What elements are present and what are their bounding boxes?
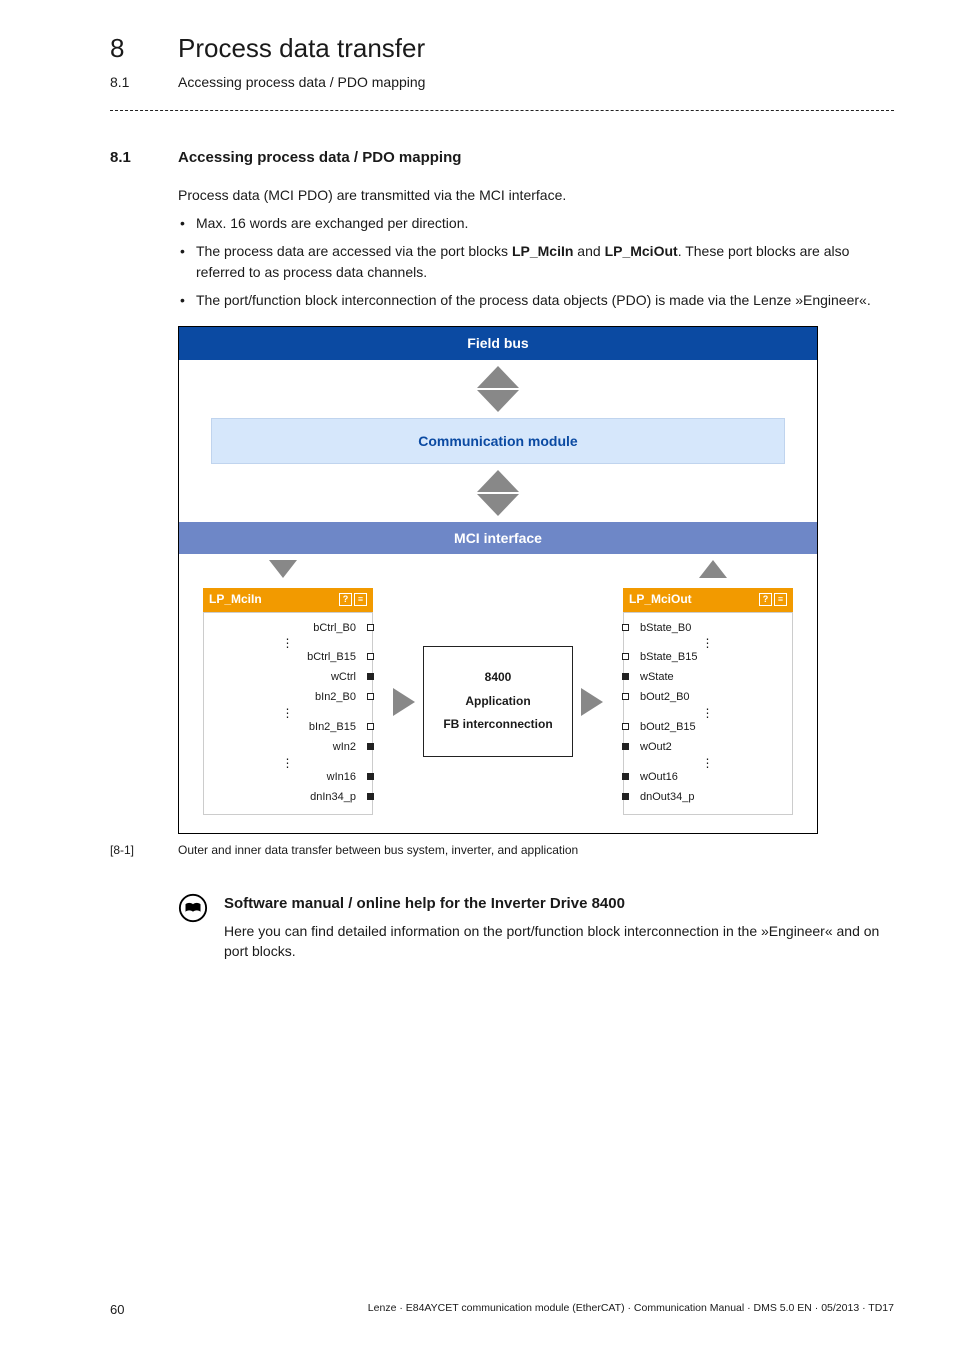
port-label: bIn2_B15 xyxy=(309,721,356,733)
port-block-name: LP_MciIn xyxy=(512,243,573,259)
bullet-item: Max. 16 words are exchanged per directio… xyxy=(178,213,894,233)
bullet-text: and xyxy=(573,243,604,259)
ellipsis-icon: ⋮ xyxy=(206,758,370,768)
ellipsis-icon: ⋮ xyxy=(626,638,790,648)
port-label: dnOut34_p xyxy=(640,791,694,803)
port-label: wIn16 xyxy=(327,771,356,783)
note-title: Software manual / online help for the In… xyxy=(224,893,894,915)
portblock-title: LP_MciIn xyxy=(209,591,262,608)
ellipsis-icon: ⋮ xyxy=(206,638,370,648)
port-label: bOut2_B0 xyxy=(640,691,690,703)
port-label: wOut2 xyxy=(640,741,672,753)
chapter-title: Process data transfer xyxy=(178,30,425,68)
chapter-header: 8 Process data transfer xyxy=(110,30,894,68)
mci-arrow-row xyxy=(179,554,817,588)
book-icon xyxy=(178,893,208,961)
arrow-gap xyxy=(179,464,817,522)
section-header: 8.1 Accessing process data / PDO mapping xyxy=(110,147,894,169)
port-label: bCtrl_B0 xyxy=(313,622,356,634)
portblock-icons: ? ≡ xyxy=(759,593,787,606)
center-column: 8400 Application FB interconnection xyxy=(379,588,617,815)
fieldbus-layer: Field bus xyxy=(179,327,817,359)
app-line: Application xyxy=(430,693,566,710)
divider-dashed xyxy=(110,110,894,111)
figure-number: [8-1] xyxy=(110,842,162,859)
data-transfer-diagram: Field bus Communication module MCI inter… xyxy=(178,326,818,834)
subheader: 8.1 Accessing process data / PDO mapping xyxy=(110,72,894,92)
list-icon: ≡ xyxy=(354,593,367,606)
section-number: 8.1 xyxy=(110,147,178,169)
portblock-title: LP_MciOut xyxy=(629,591,692,608)
port-label: dnIn34_p xyxy=(310,791,356,803)
lp-mciout-block: LP_MciOut ? ≡ bState_B0 ⋮ bState_B15 wSt… xyxy=(623,588,793,815)
right-arrow-icon xyxy=(581,688,603,716)
subheader-title: Accessing process data / PDO mapping xyxy=(178,72,425,92)
application-box: 8400 Application FB interconnection xyxy=(423,646,573,756)
help-icon: ? xyxy=(759,593,772,606)
bullet-list: Max. 16 words are exchanged per directio… xyxy=(178,213,894,310)
lp-mciin-block: LP_MciIn ? ≡ bCtrl_B0 ⋮ bCtrl_B15 wCtrl … xyxy=(203,588,373,815)
port-blocks-row: LP_MciIn ? ≡ bCtrl_B0 ⋮ bCtrl_B15 wCtrl … xyxy=(179,588,817,833)
ellipsis-icon: ⋮ xyxy=(626,708,790,718)
subheader-number: 8.1 xyxy=(110,72,178,92)
bidirectional-arrow-icon xyxy=(477,470,519,516)
bullet-text: The process data are accessed via the po… xyxy=(196,243,512,259)
chapter-number: 8 xyxy=(110,30,178,68)
page-number: 60 xyxy=(110,1301,124,1320)
mci-interface-layer: MCI interface xyxy=(179,522,817,554)
up-arrow-icon xyxy=(699,560,727,578)
figure-caption: [8-1] Outer and inner data transfer betw… xyxy=(110,842,894,859)
diagram-container: Field bus Communication module MCI inter… xyxy=(178,326,894,834)
footer-text: Lenze · E84AYCET communication module (E… xyxy=(368,1301,894,1320)
port-label: wCtrl xyxy=(331,671,356,683)
list-icon: ≡ xyxy=(774,593,787,606)
ellipsis-icon: ⋮ xyxy=(626,758,790,768)
port-label: wOut16 xyxy=(640,771,678,783)
app-line: 8400 xyxy=(430,669,566,686)
note-body-text: Here you can find detailed information o… xyxy=(224,921,894,962)
port-block-name: LP_MciOut xyxy=(605,243,678,259)
figure-caption-text: Outer and inner data transfer between bu… xyxy=(178,842,578,859)
port-label: bCtrl_B15 xyxy=(307,651,356,663)
help-icon: ? xyxy=(339,593,352,606)
port-label: bOut2_B15 xyxy=(640,721,696,733)
right-arrow-icon xyxy=(393,688,415,716)
arrow-gap xyxy=(179,360,817,418)
port-label: bIn2_B0 xyxy=(315,691,356,703)
communication-module-layer: Communication module xyxy=(211,418,785,464)
section-title: Accessing process data / PDO mapping xyxy=(178,147,461,169)
port-label: bState_B0 xyxy=(640,622,691,634)
port-label: wIn2 xyxy=(333,741,356,753)
bullet-item: The process data are accessed via the po… xyxy=(178,241,894,282)
down-arrow-icon xyxy=(269,560,297,578)
intro-paragraph: Process data (MCI PDO) are transmitted v… xyxy=(178,185,894,205)
bidirectional-arrow-icon xyxy=(477,366,519,412)
ellipsis-icon: ⋮ xyxy=(206,708,370,718)
bullet-item: The port/function block interconnection … xyxy=(178,290,894,310)
app-line: FB interconnection xyxy=(430,716,566,733)
portblock-icons: ? ≡ xyxy=(339,593,367,606)
note-box: Software manual / online help for the In… xyxy=(178,893,894,961)
page-footer: 60 Lenze · E84AYCET communication module… xyxy=(110,1301,894,1320)
port-label: wState xyxy=(640,671,674,683)
port-label: bState_B15 xyxy=(640,651,698,663)
